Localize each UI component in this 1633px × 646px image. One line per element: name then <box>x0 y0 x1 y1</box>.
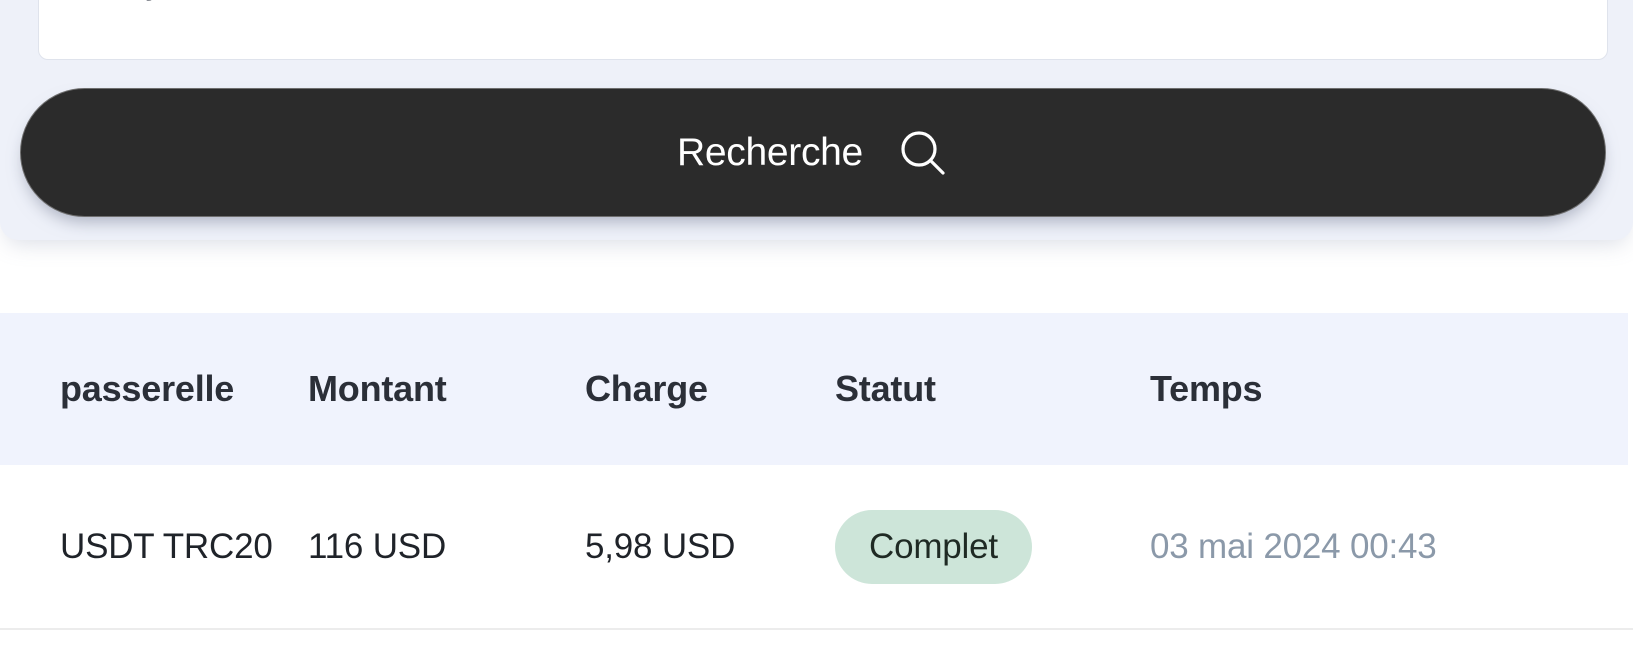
status-badge: Complet <box>835 509 1032 584</box>
cell-charge: 5,98 USD <box>585 526 736 566</box>
date-to-placeholder: À ce jour <box>71 0 204 3</box>
column-header-amount[interactable]: Montant <box>308 368 585 410</box>
table-row[interactable]: USDT TRC20 116 USD 5,98 USD Complet 03 m… <box>0 465 1633 630</box>
search-button-label: Recherche <box>677 131 863 174</box>
table-header-row: passerelle Montant Charge Statut Temps <box>0 313 1628 465</box>
column-header-time[interactable]: Temps <box>1150 368 1573 410</box>
column-header-charge[interactable]: Charge <box>585 368 835 410</box>
cell-amount: 116 USD <box>308 526 447 566</box>
cell-gateway: USDT TRC20 <box>60 526 273 566</box>
date-to-input[interactable]: À ce jour <box>38 0 1608 60</box>
search-panel: À ce jour Recherche <box>0 0 1633 240</box>
transactions-table: passerelle Montant Charge Statut Temps U… <box>0 313 1633 630</box>
cell-time: 03 mai 2024 00:43 <box>1150 526 1437 566</box>
cell-status: Complet <box>835 509 1150 584</box>
search-icon <box>901 130 945 175</box>
column-header-status[interactable]: Statut <box>835 368 1150 410</box>
search-button[interactable]: Recherche <box>20 88 1606 217</box>
column-header-gateway[interactable]: passerelle <box>0 368 308 410</box>
